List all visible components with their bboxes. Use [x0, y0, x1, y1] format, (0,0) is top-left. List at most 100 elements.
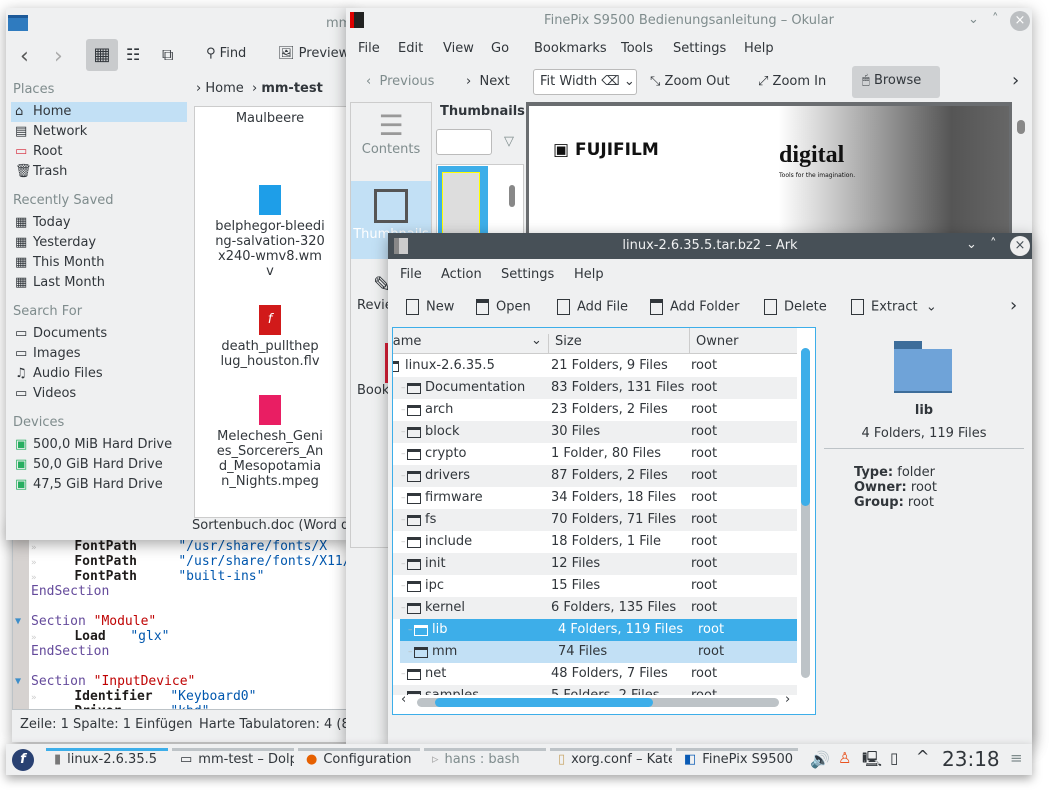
sidebar-item-last-month[interactable]: ▦ Last Month: [11, 273, 187, 293]
filter-icon[interactable]: ▽: [504, 134, 514, 149]
fedora-launcher-icon[interactable]: f: [12, 749, 34, 771]
thumbnail-list[interactable]: [436, 164, 524, 244]
clear-icon[interactable]: ⌫: [601, 74, 619, 89]
menu-view[interactable]: View: [443, 41, 474, 56]
icons-view-button[interactable]: ▦: [86, 39, 118, 71]
show-hidden-icon[interactable]: ^: [916, 747, 929, 766]
table-row[interactable]: – fs 70 Folders, 71 Files root: [393, 509, 797, 531]
sidebar-item-today[interactable]: ▦ Today: [11, 213, 187, 233]
table-row[interactable]: linux-2.6.35.5 21 Folders, 9 Files root: [393, 355, 797, 377]
scroll-left-icon[interactable]: ‹: [401, 692, 406, 707]
table-row[interactable]: – kernel 6 Folders, 135 Files root: [393, 597, 797, 619]
table-row[interactable]: – crypto 1 Folder, 80 Files root: [393, 443, 797, 465]
delete-button[interactable]: Delete: [764, 299, 827, 315]
menu-action[interactable]: Action: [441, 267, 482, 282]
sidebar-item-50-0-gib-hard-drive[interactable]: ▣ 50,0 GiB Hard Drive: [11, 455, 187, 475]
table-row[interactable]: – net 48 Folders, 7 Files root: [393, 663, 797, 685]
previous-button[interactable]: ‹ Previous: [366, 74, 434, 89]
sidebar-item-500-0-mib-hard-drive[interactable]: ▣ 500,0 MiB Hard Drive: [11, 435, 187, 455]
notifications-icon[interactable]: ♙: [838, 749, 851, 767]
table-row[interactable]: –samples5 Folders, 2 Filesroot: [393, 685, 797, 695]
file-item[interactable]: belphegor-bleeding-salvation-320x240-wmv…: [195, 185, 345, 279]
add-file-button[interactable]: Add File: [557, 299, 628, 315]
archive-tree[interactable]: Name ⌄ Size Owner linux-2.6.35.5 21 Folde…: [392, 327, 816, 715]
network-icon[interactable]: 🖳: [862, 749, 882, 774]
menu-edit[interactable]: Edit: [398, 41, 423, 56]
menu-tools[interactable]: Tools: [621, 41, 653, 56]
column-name[interactable]: Name: [393, 334, 549, 354]
clock[interactable]: 23:18: [942, 747, 1000, 771]
file-item[interactable]: Maulbeere: [195, 111, 345, 126]
find-button[interactable]: ⚲ Find: [206, 46, 246, 61]
chevron-down-icon[interactable]: ⌄: [918, 300, 937, 315]
scroll-right-icon[interactable]: ›: [785, 692, 790, 707]
panel-menu-icon[interactable]: ≡: [1010, 749, 1023, 767]
sidebar-item-yesterday[interactable]: ▦ Yesterday: [11, 233, 187, 253]
forward-button[interactable]: ›: [54, 44, 63, 69]
sidebar-item-images[interactable]: ▭ Images: [11, 344, 187, 364]
close-button[interactable]: ×: [1010, 11, 1030, 31]
breadcrumb-current[interactable]: mm-test: [261, 81, 322, 96]
minimize-button[interactable]: ⌄: [966, 237, 977, 252]
minimize-button[interactable]: ⌄: [968, 12, 979, 27]
vertical-scrollbar[interactable]: [801, 348, 810, 678]
sidebar-item-videos[interactable]: ▭ Videos: [11, 384, 187, 404]
zoom-out-button[interactable]: ⤡ Zoom Out: [650, 74, 730, 89]
table-row[interactable]: – ipc 15 Files root: [393, 575, 797, 597]
breadcrumb-home[interactable]: Home: [205, 81, 243, 96]
thumbnail-filter-input[interactable]: [436, 129, 492, 155]
sidebar-item-this-month[interactable]: ▦ This Month: [11, 253, 187, 273]
toolbar-overflow-button[interactable]: ›: [1012, 70, 1019, 91]
next-button[interactable]: › Next: [466, 74, 510, 89]
task-2[interactable]: ● Configuration: [298, 744, 420, 774]
menu-file[interactable]: File: [400, 267, 422, 282]
table-row[interactable]: – arch 23 Folders, 2 Files root: [393, 399, 797, 421]
fold-arrow-icon[interactable]: ▼: [15, 614, 21, 629]
maximize-button[interactable]: ˄: [990, 237, 997, 252]
open-button[interactable]: Open: [476, 299, 531, 315]
sidebar-item-contents[interactable]: ☰ Contents: [351, 103, 431, 181]
table-row[interactable]: – drivers 87 Folders, 2 Files root: [393, 465, 797, 487]
horizontal-scrollbar[interactable]: [417, 698, 779, 707]
extract-button[interactable]: Extract ⌄: [851, 299, 937, 315]
devices-icon[interactable]: ▯: [890, 749, 898, 767]
task-1[interactable]: ▭ mm-test – Dolphin: [172, 744, 294, 774]
sidebar-item-audio-files[interactable]: ♫ Audio Files: [11, 364, 187, 384]
compact-view-button[interactable]: ☷: [126, 45, 140, 64]
table-row[interactable]: – lib 4 Folders, 119 Files root: [400, 619, 797, 641]
table-row[interactable]: – firmware 34 Folders, 18 Files root: [393, 487, 797, 509]
zoom-in-button[interactable]: ⤢ Zoom In: [758, 74, 826, 89]
thumbnail-scrollbar[interactable]: [509, 185, 515, 207]
column-owner[interactable]: Owner: [696, 334, 738, 349]
close-button[interactable]: ×: [1010, 236, 1030, 256]
back-button[interactable]: ‹: [20, 44, 29, 69]
sidebar-item-trash[interactable]: 🗑Trash: [11, 162, 187, 182]
task-5[interactable]: ◧ FinePix S9500: [676, 744, 798, 774]
task-4[interactable]: ▯ xorg.conf – Kate: [550, 744, 672, 774]
tab-mode-dropdown[interactable]: Harte Tabulatoren: 4 (8) ⌄: [199, 717, 370, 732]
volume-icon[interactable]: 🔊: [810, 750, 830, 769]
menu-go[interactable]: Go: [491, 41, 509, 56]
menu-file[interactable]: File: [358, 41, 380, 56]
sidebar-item-home[interactable]: ⌂ Home: [11, 102, 187, 122]
add-folder-button[interactable]: Add Folder: [650, 299, 739, 315]
task-3[interactable]: ▹ hans : bash: [424, 744, 546, 774]
column-size[interactable]: Size: [555, 334, 582, 349]
zoom-mode-select[interactable]: Fit Width ⌫ ⌄: [533, 69, 637, 95]
task-0[interactable]: ▮ linux-2.6.35.5: [46, 744, 168, 774]
sidebar-item-47-5-gib-hard-drive[interactable]: ▣ 47,5 GiB Hard Drive: [11, 475, 187, 495]
file-view[interactable]: Maulbeere belphegor-bleeding-salvation-3…: [194, 106, 354, 518]
details-view-button[interactable]: ⧉: [162, 45, 173, 65]
file-item[interactable]: Melechesh_Genies_Sorcerers_And_Mesopotam…: [195, 395, 345, 489]
browse-button[interactable]: 🖱 Browse: [852, 66, 940, 98]
maximize-button[interactable]: ˄: [992, 12, 999, 27]
menu-settings[interactable]: Settings: [501, 267, 554, 282]
menu-help[interactable]: Help: [574, 267, 604, 282]
menu-bookmarks[interactable]: Bookmarks: [534, 41, 607, 56]
table-row[interactable]: – Documentation 83 Folders, 131 Files root: [393, 377, 797, 399]
sidebar-item-documents[interactable]: ▭ Documents: [11, 324, 187, 344]
fold-arrow-icon[interactable]: ▼: [15, 674, 21, 689]
new-button[interactable]: New: [406, 299, 454, 315]
table-row[interactable]: – init 12 Files root: [393, 553, 797, 575]
table-row[interactable]: – mm 74 Files root: [400, 641, 797, 663]
